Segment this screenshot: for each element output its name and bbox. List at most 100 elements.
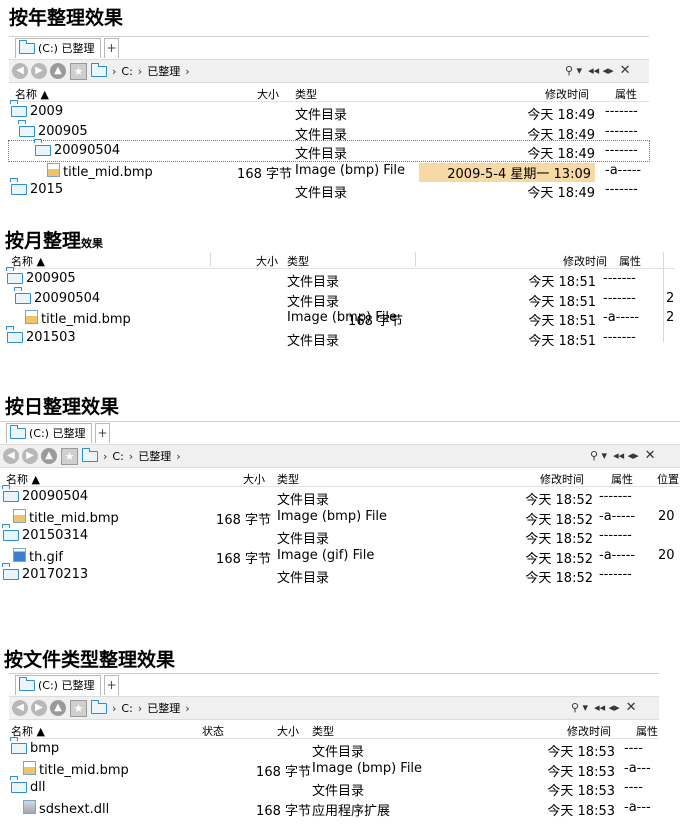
item-type: 文件目录 (287, 275, 340, 290)
back-icon[interactable]: ◀ (12, 63, 28, 79)
forward-icon[interactable]: ▶ (31, 700, 47, 716)
new-tab-button[interactable]: + (104, 675, 119, 695)
close-icon[interactable]: ✕ (620, 63, 631, 78)
col-modified[interactable]: 修改时间 (567, 723, 611, 739)
col-size[interactable]: 大小 (257, 86, 279, 102)
col-type[interactable]: 类型 (277, 471, 299, 487)
item-name: sdshext.dll (39, 801, 110, 817)
image-file-icon (47, 162, 60, 177)
list-item[interactable]: title_mid.bmp 168 字节 Image (bmp) File 今天 18… (9, 759, 659, 780)
item-name: 201503 (26, 329, 76, 345)
forward-icon[interactable]: ▶ (22, 448, 38, 464)
up-icon[interactable]: ▲ (50, 700, 66, 716)
breadcrumb-folder[interactable]: 已整理 (138, 448, 171, 464)
col-type[interactable]: 类型 (312, 723, 334, 739)
toolbar-right: ⚲ ▾ ◂◂ ◂▸ ✕ (565, 63, 631, 78)
up-icon[interactable]: ▲ (41, 448, 57, 464)
column-header: 名称 ▲ 大小 类型 修改时间 属性 (9, 83, 649, 102)
col-type[interactable]: 类型 (295, 86, 317, 102)
list-item[interactable]: 20150314 文件目录 今天 18:52 ------- (0, 526, 680, 547)
list-item[interactable]: bmp 文件目录 今天 18:53 ---- (9, 739, 659, 760)
nav-arrows-icon[interactable]: ◂◂ ◂▸ (613, 449, 639, 462)
nav-arrows-icon[interactable]: ◂◂ ◂▸ (588, 64, 614, 77)
col-name[interactable]: 名称 ▲ (15, 86, 49, 102)
item-attr: ------- (599, 528, 632, 544)
item-attr: ------- (603, 290, 636, 306)
drive-tab[interactable]: (C:) 已整理 (6, 423, 93, 443)
list-item[interactable]: 20170213 文件目录 今天 18:52 ------- (0, 565, 680, 586)
col-size[interactable]: 大小 (243, 471, 265, 487)
close-icon[interactable]: ✕ (645, 448, 656, 463)
column-header: 名称 ▲ 状态 大小 类型 修改时间 属性 (9, 720, 659, 739)
item-attr: ---- (624, 780, 643, 796)
col-attr[interactable]: 属性 (611, 471, 633, 487)
col-location[interactable]: 位置 (657, 471, 679, 487)
back-icon[interactable]: ◀ (12, 700, 28, 716)
list-item[interactable]: th.gif 168 字节 Image (gif) File 今天 18:52 -a--… (0, 546, 680, 567)
item-location: 20 (658, 547, 675, 563)
item-attr: -a----- (599, 508, 636, 524)
favorite-icon[interactable]: ★ (70, 700, 87, 717)
up-icon[interactable]: ▲ (50, 63, 66, 79)
col-size[interactable]: 大小 (256, 253, 278, 269)
col-name[interactable]: 名称 ▲ (11, 253, 45, 269)
drive-tab[interactable]: (C:) 已整理 (15, 675, 102, 695)
item-name: title_mid.bmp (63, 164, 153, 180)
item-attr: ------- (605, 123, 638, 139)
close-icon[interactable]: ✕ (626, 700, 637, 715)
drive-tab[interactable]: (C:) 已整理 (15, 38, 102, 58)
item-name: title_mid.bmp (41, 312, 131, 328)
item-type: 文件目录 (312, 745, 365, 760)
breadcrumb-drive[interactable]: C: (121, 65, 132, 78)
col-type[interactable]: 类型 (287, 253, 309, 269)
item-type: Image (bmp) File (295, 162, 406, 178)
col-size[interactable]: 大小 (277, 723, 299, 739)
item-name: 20170213 (22, 567, 89, 583)
list-item[interactable]: 20090504 文件目录 今天 18:51 ------- 2 (5, 289, 675, 310)
list-item[interactable]: 2009 文件目录 今天 18:49 ------- (9, 102, 649, 123)
col-modified[interactable]: 修改时间 (540, 471, 584, 487)
col-attr[interactable]: 属性 (615, 86, 637, 102)
item-attr: -a----- (605, 162, 642, 178)
list-item[interactable]: 2015 文件目录 今天 18:49 ------- (9, 180, 649, 202)
col-attr[interactable]: 属性 (636, 723, 658, 739)
list-item[interactable]: dll 文件目录 今天 18:53 ---- (9, 778, 659, 799)
folder-icon (7, 273, 23, 284)
col-status[interactable]: 状态 (202, 723, 224, 739)
back-icon[interactable]: ◀ (3, 448, 19, 464)
search-icon[interactable]: ⚲ ▾ (571, 701, 588, 714)
nav-arrows-icon[interactable]: ◂◂ ◂▸ (594, 701, 620, 714)
folder-icon (91, 62, 107, 77)
list-item[interactable]: 200905 文件目录 今天 18:51 ------- (5, 269, 675, 290)
favorite-icon[interactable]: ★ (70, 63, 87, 80)
list-item[interactable]: 201503 文件目录 今天 18:51 ------- (5, 328, 675, 349)
list-item[interactable]: sdshext.dll 168 字节 应用程序扩展 今天 18:53 -a--- (9, 798, 659, 819)
list-item[interactable]: title_mid.bmp 168 字节 Image (bmp) File 2009-… (9, 161, 649, 182)
col-name[interactable]: 名称 ▲ (6, 471, 40, 487)
list-item[interactable]: title_mid.bmp 168 字节 Image (bmp) File 今天 18… (0, 507, 680, 528)
item-modified: 今天 18:51 (528, 314, 596, 330)
favorite-icon[interactable]: ★ (61, 448, 78, 465)
item-location: 20 (658, 508, 675, 524)
item-modified: 今天 18:53 (547, 745, 615, 760)
breadcrumb-folder[interactable]: 已整理 (147, 700, 180, 716)
list-item[interactable]: 20090504 文件目录 今天 18:52 ------- (0, 487, 680, 508)
forward-icon[interactable]: ▶ (31, 63, 47, 79)
col-modified[interactable]: 修改时间 (563, 253, 607, 269)
item-attr: ---- (624, 741, 643, 756)
list-item[interactable]: title_mid.bmp 168 字节 Image (bmp) File 今天 18… (5, 308, 675, 330)
list-item[interactable]: 200905 文件目录 今天 18:49 ------- (9, 122, 649, 143)
item-attr: -a--- (624, 760, 651, 776)
new-tab-button[interactable]: + (95, 423, 110, 443)
breadcrumb-drive[interactable]: C: (121, 702, 132, 715)
item-modified: 今天 18:49 (527, 186, 595, 202)
search-icon[interactable]: ⚲ ▾ (590, 449, 607, 462)
breadcrumb-drive[interactable]: C: (112, 450, 123, 463)
col-modified[interactable]: 修改时间 (545, 86, 589, 102)
breadcrumb-folder[interactable]: 已整理 (147, 63, 180, 79)
col-attr[interactable]: 属性 (619, 253, 641, 269)
type-explorer-panel: (C:) 已整理 + ◀ ▶ ▲ ★ › C: › 已整理 › ⚲ ▾ ◂◂ ◂… (9, 673, 659, 819)
list-item[interactable]: 20090504 文件目录 今天 18:49 ------- (8, 140, 650, 162)
new-tab-button[interactable]: + (104, 38, 119, 58)
search-icon[interactable]: ⚲ ▾ (565, 64, 582, 77)
